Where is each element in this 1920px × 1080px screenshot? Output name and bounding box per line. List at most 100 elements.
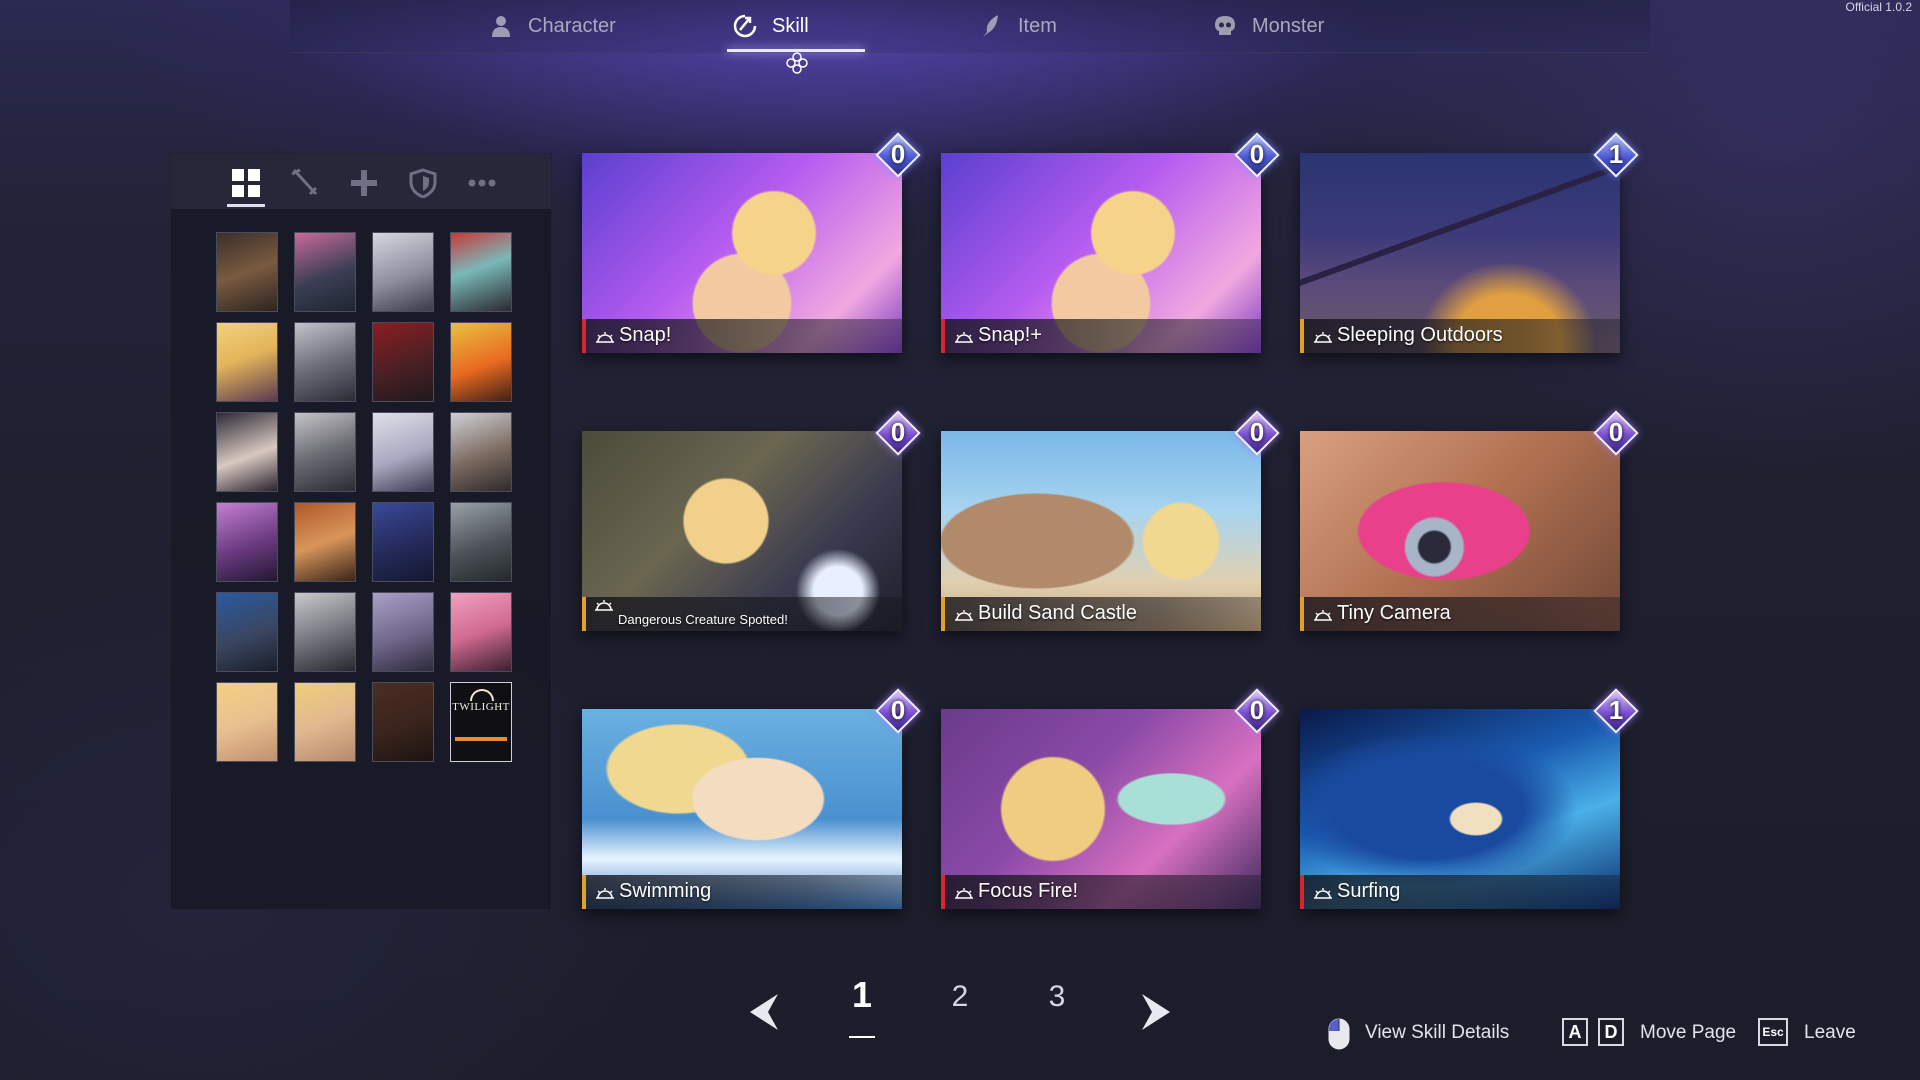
skill-card-name: Snap!+ bbox=[978, 324, 1042, 346]
tab-character[interactable]: Character bbox=[488, 0, 616, 52]
sun-icon bbox=[955, 610, 973, 621]
filter-attack[interactable] bbox=[282, 162, 328, 204]
skill-card-name: Dangerous Creature Spotted! bbox=[618, 612, 788, 627]
leave-hint[interactable]: Leave bbox=[1804, 1022, 1856, 1044]
cost-badge: 0 bbox=[1234, 132, 1280, 178]
portrait-character[interactable] bbox=[294, 232, 356, 312]
tab-skill-label: Skill bbox=[772, 14, 809, 37]
portrait-book[interactable] bbox=[372, 682, 434, 762]
skill-card-stripe bbox=[582, 875, 586, 909]
cost-value: 0 bbox=[890, 417, 906, 447]
portrait-character[interactable] bbox=[216, 232, 278, 312]
filter-bar bbox=[171, 154, 551, 209]
portrait-character[interactable] bbox=[294, 502, 356, 582]
character-filter-panel: TWILIGHT bbox=[170, 153, 552, 910]
portrait-character[interactable] bbox=[294, 592, 356, 672]
skill-card[interactable]: Swimming 0 bbox=[582, 688, 921, 909]
cost-value: 0 bbox=[1249, 695, 1265, 725]
page-3[interactable]: 3 bbox=[1037, 980, 1077, 1014]
skill-card[interactable]: Build Sand Castle 0 bbox=[941, 410, 1280, 631]
page-1[interactable]: 1 bbox=[842, 974, 882, 1016]
skill-card-stripe bbox=[1300, 597, 1304, 631]
skill-card-stripe bbox=[1300, 875, 1304, 909]
twilight-logo: TWILIGHT bbox=[452, 701, 510, 713]
key-d[interactable]: D bbox=[1598, 1018, 1624, 1046]
cost-badge: 1 bbox=[1593, 688, 1639, 734]
portrait-character[interactable] bbox=[216, 322, 278, 402]
skill-card-name: Focus Fire! bbox=[978, 880, 1079, 902]
portrait-character[interactable] bbox=[372, 412, 434, 492]
portrait-character[interactable] bbox=[294, 412, 356, 492]
portrait-character[interactable] bbox=[450, 412, 512, 492]
filter-other[interactable] bbox=[459, 162, 505, 204]
portrait-character[interactable] bbox=[216, 592, 278, 672]
portrait-character[interactable] bbox=[372, 592, 434, 672]
cost-value: 0 bbox=[1249, 139, 1265, 169]
cost-badge: 0 bbox=[875, 410, 921, 456]
portrait-character[interactable] bbox=[372, 322, 434, 402]
skill-card[interactable]: Focus Fire! 0 bbox=[941, 688, 1280, 909]
portrait-character[interactable] bbox=[216, 502, 278, 582]
skill-card[interactable]: Dangerous Creature Spotted! 0 bbox=[582, 410, 921, 631]
skull-icon bbox=[1212, 13, 1238, 39]
view-skill-details-hint[interactable]: View Skill Details bbox=[1365, 1022, 1509, 1044]
prev-page-arrow-icon[interactable] bbox=[744, 990, 784, 1034]
plus-icon bbox=[351, 170, 377, 196]
tab-monster[interactable]: Monster bbox=[1212, 0, 1324, 52]
sword-icon bbox=[291, 168, 318, 196]
skill-card-name: Swimming bbox=[619, 880, 712, 902]
sun-icon bbox=[955, 888, 973, 899]
key-esc[interactable]: Esc bbox=[1758, 1018, 1788, 1046]
move-page-hint: Move Page bbox=[1640, 1022, 1737, 1043]
portrait-twilight[interactable]: TWILIGHT bbox=[450, 682, 512, 762]
cost-value: 1 bbox=[1608, 139, 1624, 169]
portrait-character[interactable] bbox=[372, 502, 434, 582]
portrait-character[interactable] bbox=[216, 682, 278, 762]
skill-card[interactable]: Tiny Camera 0 bbox=[1300, 410, 1639, 631]
portrait-character[interactable] bbox=[294, 682, 356, 762]
clover-cursor-icon bbox=[786, 52, 808, 74]
sun-icon bbox=[1314, 332, 1332, 343]
tab-item-label: Item bbox=[1018, 14, 1057, 37]
sun-icon bbox=[1314, 888, 1332, 899]
key-a[interactable]: A bbox=[1562, 1018, 1588, 1046]
twilight-bar bbox=[455, 737, 507, 741]
sun-icon bbox=[955, 332, 973, 343]
page-2[interactable]: 2 bbox=[940, 980, 980, 1014]
quill-icon bbox=[978, 13, 1004, 39]
skill-card[interactable]: Snap!+ 0 bbox=[941, 132, 1280, 353]
shield-icon bbox=[409, 168, 437, 198]
cost-value: 0 bbox=[890, 695, 906, 725]
skill-icon bbox=[732, 13, 758, 39]
twilight-sun-icon bbox=[470, 689, 494, 701]
sun-icon bbox=[1314, 610, 1332, 621]
cost-badge: 0 bbox=[1234, 688, 1280, 734]
cost-value: 0 bbox=[1608, 417, 1624, 447]
portrait-character[interactable] bbox=[450, 502, 512, 582]
filter-heal[interactable] bbox=[341, 162, 387, 204]
skill-card[interactable]: Sleeping Outdoors 1 bbox=[1300, 132, 1639, 353]
skill-card-stripe bbox=[941, 319, 945, 353]
cost-value: 0 bbox=[890, 139, 906, 169]
current-page-indicator bbox=[849, 1036, 875, 1038]
tab-monster-label: Monster bbox=[1252, 14, 1325, 37]
portrait-character[interactable] bbox=[294, 322, 356, 402]
portrait-character[interactable] bbox=[450, 322, 512, 402]
skill-card[interactable]: Surfing 1 bbox=[1300, 688, 1639, 909]
tab-item[interactable]: Item bbox=[978, 0, 1057, 52]
portrait-character[interactable] bbox=[450, 592, 512, 672]
next-page-arrow-icon[interactable] bbox=[1136, 990, 1176, 1034]
cost-value: 1 bbox=[1608, 695, 1624, 725]
sun-icon bbox=[596, 332, 614, 343]
skill-card-stripe bbox=[582, 597, 586, 631]
filter-all[interactable] bbox=[223, 162, 269, 207]
skill-card[interactable]: Snap! 0 bbox=[582, 132, 921, 353]
filter-defense[interactable] bbox=[400, 162, 446, 204]
skill-card-name: Build Sand Castle bbox=[978, 602, 1137, 624]
portrait-character[interactable] bbox=[372, 232, 434, 312]
version-label: Official 1.0.2 bbox=[1845, 0, 1912, 14]
skill-card-stripe bbox=[582, 319, 586, 353]
portrait-character[interactable] bbox=[216, 412, 278, 492]
tab-skill[interactable]: Skill bbox=[732, 0, 809, 52]
portrait-character[interactable] bbox=[450, 232, 512, 312]
